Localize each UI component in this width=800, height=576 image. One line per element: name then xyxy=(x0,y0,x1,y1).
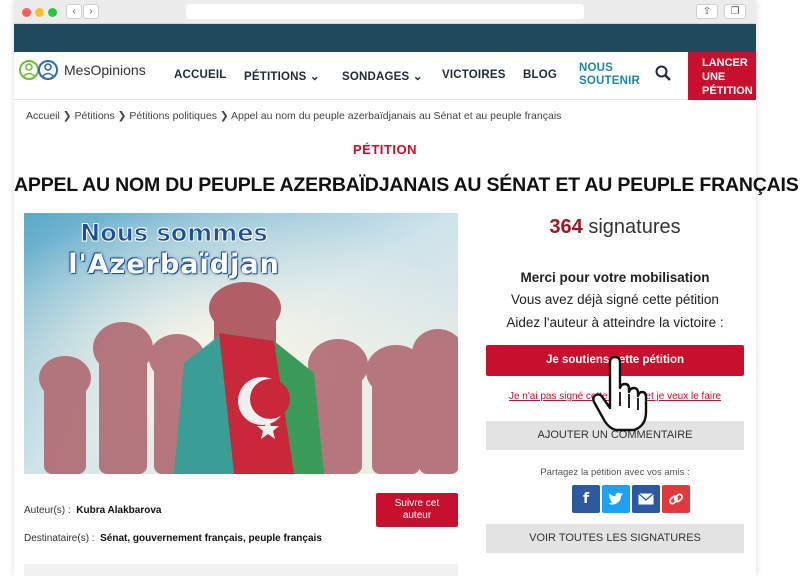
twitter-icon[interactable] xyxy=(602,485,630,513)
author-row: Auteur(s) : Kubra Alakbarova xyxy=(24,505,161,516)
email-icon[interactable] xyxy=(632,485,660,513)
top-strip xyxy=(14,24,756,52)
page-title: APPEL AU NOM DU PEUPLE AZERBAÏDJANAIS AU… xyxy=(14,174,799,196)
address-bar[interactable] xyxy=(186,4,584,19)
share-label: Partagez la pétition avec vos amis : xyxy=(540,467,690,478)
back-icon[interactable]: ‹ xyxy=(66,4,82,19)
envelope-glyph xyxy=(638,493,654,505)
nav-nous-soutenir[interactable]: NOUS SOUTENIR xyxy=(579,62,640,88)
mobilisation-heading: Merci pour votre mobilisation xyxy=(520,270,710,285)
nav-nous-line1: NOUS xyxy=(579,62,614,74)
mobilisation-line2: Aidez l'auteur à atteindre la victoire : xyxy=(506,315,724,330)
forward-icon[interactable]: › xyxy=(83,4,99,19)
logo-icon xyxy=(19,60,58,80)
tabs-icon[interactable]: ❐ xyxy=(724,4,746,19)
chevron-down-icon: ⌄ xyxy=(412,71,423,83)
chevron-down-icon: ⌄ xyxy=(309,71,320,83)
link-icon[interactable] xyxy=(662,485,690,513)
nav-victoires[interactable]: VICTOIRES xyxy=(442,69,506,81)
petition-image: Nous sommes l'Azerbaïdjan xyxy=(24,213,458,474)
facebook-icon[interactable]: f xyxy=(572,485,600,513)
twitter-bird-glyph xyxy=(608,492,623,505)
view-all-signatures-button[interactable]: VOIR TOUTES LES SIGNATURES xyxy=(486,524,744,553)
signature-number: 364 xyxy=(549,216,583,238)
bottom-panel xyxy=(24,564,458,576)
site-logo[interactable]: MesOpinions xyxy=(18,58,158,84)
nav-sondages[interactable]: SONDAGES ⌄ xyxy=(342,69,423,83)
recipients-row: Destinataire(s) : Sénat, gouvernement fr… xyxy=(24,533,322,544)
recipients-label: Destinataire(s) : xyxy=(24,533,95,544)
minimize-window-icon[interactable] xyxy=(35,8,44,17)
hero-text-line2: l'Azerbaïdjan xyxy=(68,249,280,280)
logo-text: MesOpinions xyxy=(64,62,146,78)
hand-cursor-icon xyxy=(592,356,648,432)
follow-line2: auteur xyxy=(402,510,432,521)
launch-line2: UNE xyxy=(702,71,726,83)
nav-sondages-label: SONDAGES xyxy=(342,71,410,83)
close-window-icon[interactable] xyxy=(22,8,31,17)
nav-accueil[interactable]: ACCUEIL xyxy=(174,69,227,81)
launch-line1: LANCER xyxy=(702,57,748,69)
browser-toolbar: ‹ › ⇧ ❐ xyxy=(14,0,756,24)
author-label: Auteur(s) : xyxy=(24,505,71,516)
nav-petitions[interactable]: PÉTITIONS ⌄ xyxy=(244,69,320,83)
author-name[interactable]: Kubra Alakbarova xyxy=(76,505,161,516)
breadcrumb[interactable]: Accueil ❯ Pétitions ❯ Pétitions politiqu… xyxy=(26,110,561,122)
maximize-window-icon[interactable] xyxy=(48,8,57,17)
search-icon[interactable] xyxy=(654,64,672,82)
site-header: MesOpinions ACCUEIL PÉTITIONS ⌄ SONDAGES… xyxy=(14,52,756,100)
follow-author-button[interactable]: Suivre cet auteur xyxy=(376,493,458,527)
petition-tag: PÉTITION xyxy=(353,142,417,157)
launch-line3: PÉTITION xyxy=(702,85,753,97)
chain-link-glyph xyxy=(669,493,683,505)
mobilisation-line1: Vous avez déjà signé cette pétition xyxy=(511,292,719,307)
nav-nous-line2: SOUTENIR xyxy=(579,75,641,87)
launch-petition-button[interactable]: LANCER UNE PÉTITION xyxy=(688,52,756,100)
nav-blog[interactable]: BLOG xyxy=(523,69,557,81)
share-browser-icon[interactable]: ⇧ xyxy=(696,4,718,19)
nav-petitions-label: PÉTITIONS xyxy=(244,71,307,83)
recipients-value: Sénat, gouvernement français, peuple fra… xyxy=(100,533,322,544)
signature-label: signatures xyxy=(588,216,681,238)
signature-count: 364 signatures xyxy=(484,216,746,239)
hero-text-line1: Nous sommes xyxy=(80,219,269,248)
browser-window: ‹ › ⇧ ❐ MesOpinions ACCUEIL PÉTITIONS ⌄ … xyxy=(14,0,799,576)
follow-line1: Suivre cet xyxy=(394,498,440,509)
